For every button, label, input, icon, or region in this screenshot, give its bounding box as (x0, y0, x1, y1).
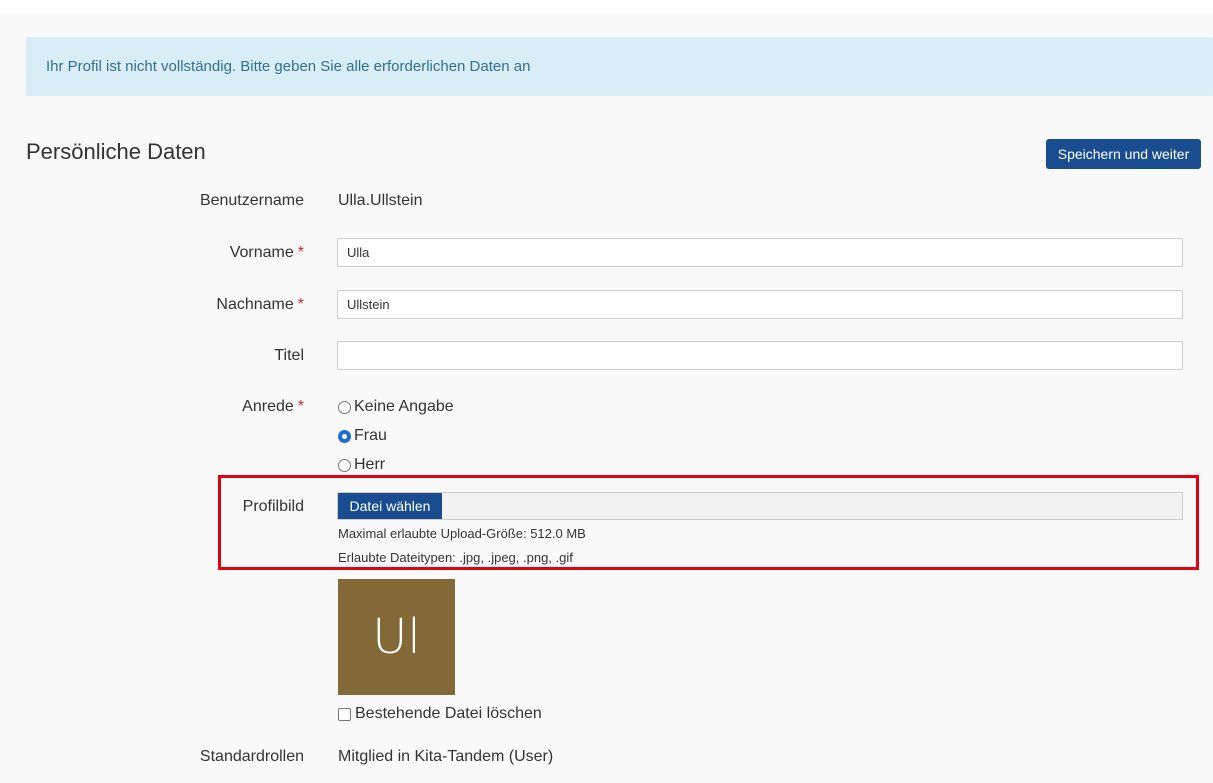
firstname-label: Vorname * (229, 244, 304, 261)
highlight-frame (218, 475, 1199, 570)
required-marker: * (297, 244, 304, 261)
checkbox[interactable] (338, 707, 351, 721)
radio-button-checked[interactable] (338, 429, 351, 443)
lastname-field[interactable] (337, 290, 1183, 319)
required-marker: * (297, 398, 304, 415)
radio-button[interactable] (338, 458, 351, 472)
save-and-continue-button[interactable]: Speichern und weiter (1046, 139, 1201, 169)
radio-button[interactable] (338, 400, 351, 414)
delete-existing-file-option[interactable]: Bestehende Datei löschen (338, 705, 542, 723)
firstname-field[interactable] (337, 238, 1183, 267)
avatar: Ul (338, 579, 455, 695)
required-marker: * (297, 296, 304, 313)
salutation-option-none[interactable]: Keine Angabe (338, 398, 454, 416)
default-roles-value: Mitglied in Kita-Tandem (User) (338, 748, 554, 765)
username-label: Benutzername (199, 192, 304, 209)
profile-page: Ihr Profil ist nicht vollständig. Bitte … (0, 0, 1213, 783)
salutation-option-frau[interactable]: Frau (338, 427, 387, 445)
title-label: Titel (274, 347, 304, 364)
title-field[interactable] (337, 341, 1183, 370)
salutation-label: Anrede * (242, 398, 304, 415)
default-roles-label: Standardrollen (199, 748, 304, 765)
section-title: Persönliche Daten (26, 139, 206, 164)
lastname-label: Nachname * (216, 296, 304, 313)
incomplete-profile-alert: Ihr Profil ist nicht vollständig. Bitte … (26, 37, 1213, 96)
top-strip (0, 0, 1213, 14)
salutation-option-herr[interactable]: Herr (338, 456, 385, 474)
username-value: Ulla.Ullstein (338, 192, 423, 209)
alert-message: Ihr Profil ist nicht vollständig. Bitte … (46, 58, 531, 75)
